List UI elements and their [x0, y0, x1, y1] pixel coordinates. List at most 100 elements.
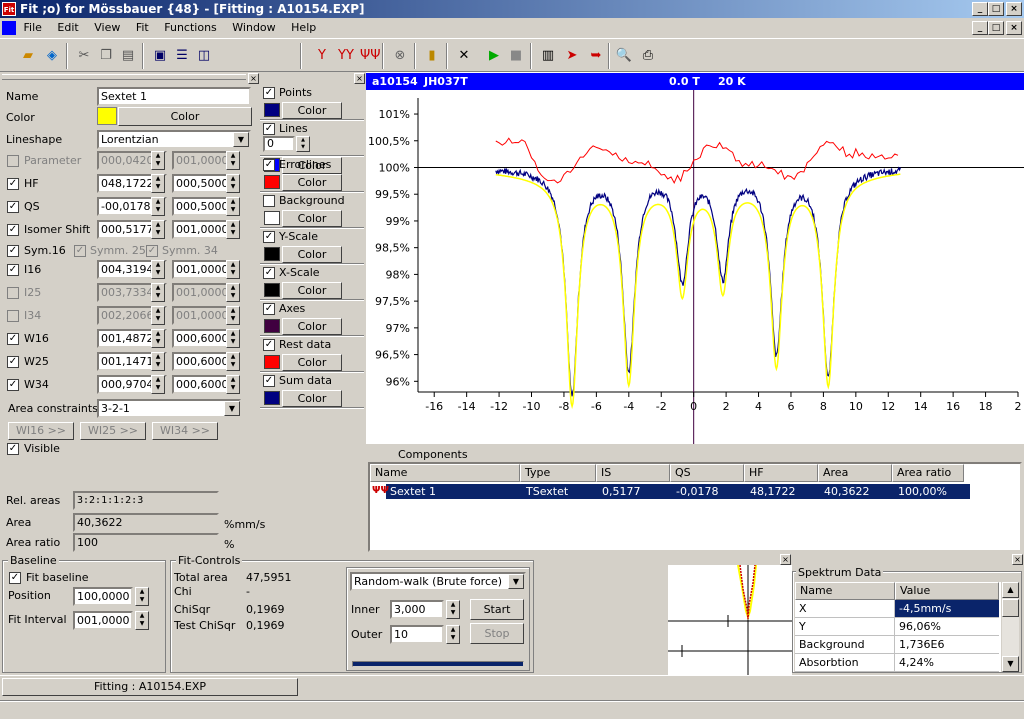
menu-edit[interactable]: Edit — [57, 21, 78, 34]
cascade-icon[interactable]: ▣ — [150, 46, 170, 66]
i25-step-stepper[interactable]: ▲ ▼ — [226, 283, 240, 302]
lines-checkbox[interactable]: ✓ — [263, 123, 275, 135]
tile-vertical-icon[interactable]: ◫ — [194, 46, 214, 66]
line-width-stepper[interactable]: ▲ ▼ — [296, 136, 310, 152]
rest-data-checkbox[interactable]: ✓ — [263, 339, 275, 351]
mdi-close-button[interactable]: × — [1006, 21, 1022, 35]
symm25-checkbox[interactable]: ✓ — [74, 245, 86, 257]
sum-data-checkbox[interactable]: ✓ — [263, 375, 275, 387]
minimize-button[interactable]: _ — [972, 2, 988, 16]
inner-field[interactable]: 3,000 — [390, 600, 444, 619]
fit-baseline-checkbox[interactable]: ✓ — [9, 572, 21, 584]
print-icon[interactable]: ⎙ — [638, 46, 658, 66]
position-stepper[interactable]: ▲ ▼ — [135, 587, 149, 606]
qs-checkbox[interactable]: ✓ — [7, 201, 19, 213]
symm34-checkbox[interactable]: ✓ — [146, 245, 158, 257]
w16-value-stepper[interactable]: ▲ ▼ — [151, 329, 165, 348]
w25-step-stepper[interactable]: ▲ ▼ — [226, 352, 240, 371]
area-constraints-select[interactable]: 3-2-1 — [97, 399, 241, 418]
menu-help[interactable]: Help — [291, 21, 316, 34]
delete-component-icon[interactable]: ⊗ — [390, 46, 410, 66]
open-icon[interactable]: ▰ — [18, 46, 38, 66]
fit-method-select[interactable]: Random-walk (Brute force) — [350, 572, 526, 591]
maximize-button[interactable]: □ — [988, 2, 1004, 16]
parameter-value-stepper[interactable]: ▲ ▼ — [151, 151, 165, 170]
background-color-button[interactable]: Color — [282, 210, 342, 227]
window-tab-fitting[interactable]: Fitting : A10154.EXP — [2, 678, 298, 696]
menu-window[interactable]: Window — [232, 21, 275, 34]
isomer-shift-value-stepper[interactable]: ▲ ▼ — [151, 220, 165, 239]
single-peak-icon[interactable]: Y — [312, 46, 332, 66]
chevron-down-icon[interactable]: ▼ — [224, 401, 240, 416]
i34-value-stepper[interactable]: ▲ ▼ — [151, 306, 165, 325]
panel-close-icon[interactable]: × — [780, 554, 791, 565]
panel-close-icon[interactable]: × — [248, 73, 259, 84]
mdi-minimize-button[interactable]: _ — [972, 21, 988, 35]
column-header[interactable]: Name — [370, 464, 520, 482]
parameter-checkbox[interactable] — [7, 155, 19, 167]
chevron-down-icon[interactable]: ▼ — [233, 132, 249, 147]
rest-data-color-button[interactable]: Color — [282, 354, 342, 371]
open-recent-icon[interactable]: ◈ — [42, 46, 62, 66]
spektrum-column-header[interactable]: Value — [895, 582, 999, 600]
points-color-button[interactable]: Color — [282, 102, 342, 119]
hf-checkbox[interactable]: ✓ — [7, 178, 19, 190]
notes-icon[interactable]: ▥ — [538, 46, 558, 66]
w16-checkbox[interactable]: ✓ — [7, 333, 19, 345]
y-scale-checkbox[interactable]: ✓ — [263, 231, 275, 243]
x-scale-color-button[interactable]: Color — [282, 282, 342, 299]
hf-step-stepper[interactable]: ▲ ▼ — [226, 174, 240, 193]
i16-checkbox[interactable]: ✓ — [7, 264, 19, 276]
tile-horizontal-icon[interactable]: ☰ — [172, 46, 192, 66]
outer-field[interactable]: 10 — [390, 625, 444, 644]
x-scale-checkbox[interactable]: ✓ — [263, 267, 275, 279]
chevron-down-icon[interactable]: ▼ — [508, 574, 524, 589]
cut-icon[interactable]: ✂ — [74, 46, 94, 66]
start-button[interactable]: Start — [470, 599, 524, 620]
mdi-restore-button[interactable]: □ — [988, 21, 1004, 35]
menu-file[interactable]: File — [24, 21, 42, 34]
sum-data-color-button[interactable]: Color — [282, 390, 342, 407]
sextet-icon[interactable]: ΨΨ — [360, 46, 380, 66]
doublet-icon[interactable]: YY — [336, 46, 356, 66]
points-checkbox[interactable]: ✓ — [263, 87, 275, 99]
column-header[interactable]: Area ratio — [892, 464, 964, 482]
i16-value-stepper[interactable]: ▲ ▼ — [151, 260, 165, 279]
preview-icon[interactable]: 🔍 — [614, 46, 634, 66]
menu-fit[interactable]: Fit — [136, 21, 149, 34]
fit-interval-field[interactable]: 001,0000 — [73, 611, 133, 630]
import-icon[interactable]: ➥ — [586, 46, 606, 66]
sym16-checkbox[interactable]: ✓ — [7, 245, 19, 257]
isomer-shift-step-stepper[interactable]: ▲ ▼ — [226, 220, 240, 239]
column-header[interactable]: IS — [596, 464, 670, 482]
column-header[interactable]: Type — [520, 464, 596, 482]
w16-step-stepper[interactable]: ▲ ▼ — [226, 329, 240, 348]
qs-step-stepper[interactable]: ▲ ▼ — [226, 197, 240, 216]
background-checkbox[interactable] — [263, 195, 275, 207]
line-width-field[interactable]: 0 — [263, 136, 295, 152]
stop-icon[interactable]: ■ — [506, 46, 526, 66]
stop-button[interactable]: Stop — [470, 623, 524, 644]
paste-icon[interactable]: ▤ — [118, 46, 138, 66]
database-icon[interactable]: ▮ — [422, 46, 442, 66]
visible-checkbox[interactable]: ✓ — [7, 443, 19, 455]
w34-value-stepper[interactable]: ▲ ▼ — [151, 375, 165, 394]
errorlines-checkbox[interactable]: ✓ — [263, 159, 275, 171]
w25-checkbox[interactable]: ✓ — [7, 356, 19, 368]
mini-preview-chart[interactable] — [668, 565, 792, 675]
parameter-step-stepper[interactable]: ▲ ▼ — [226, 151, 240, 170]
wi34-button[interactable]: WI34 >> — [152, 422, 218, 440]
qs-value-stepper[interactable]: ▲ ▼ — [151, 197, 165, 216]
errorlines-color-button[interactable]: Color — [282, 174, 342, 191]
column-header[interactable]: Area — [818, 464, 892, 482]
axes-color-button[interactable]: Color — [282, 318, 342, 335]
hf-value-stepper[interactable]: ▲ ▼ — [151, 174, 165, 193]
position-field[interactable]: 100,0000 — [73, 587, 133, 606]
menu-functions[interactable]: Functions — [164, 21, 217, 34]
name-field[interactable]: Sextet 1 — [97, 87, 251, 106]
panel-close-icon[interactable]: × — [1012, 554, 1023, 565]
column-header[interactable]: HF — [744, 464, 818, 482]
spectrum-chart[interactable]: 96% 96,5% 97% 97,5% 98% 98,5% 99% 99,5% 100% 100,… — [366, 90, 1024, 444]
i34-step-stepper[interactable]: ▲ ▼ — [226, 306, 240, 325]
spektrum-column-header[interactable]: Name — [795, 582, 895, 600]
